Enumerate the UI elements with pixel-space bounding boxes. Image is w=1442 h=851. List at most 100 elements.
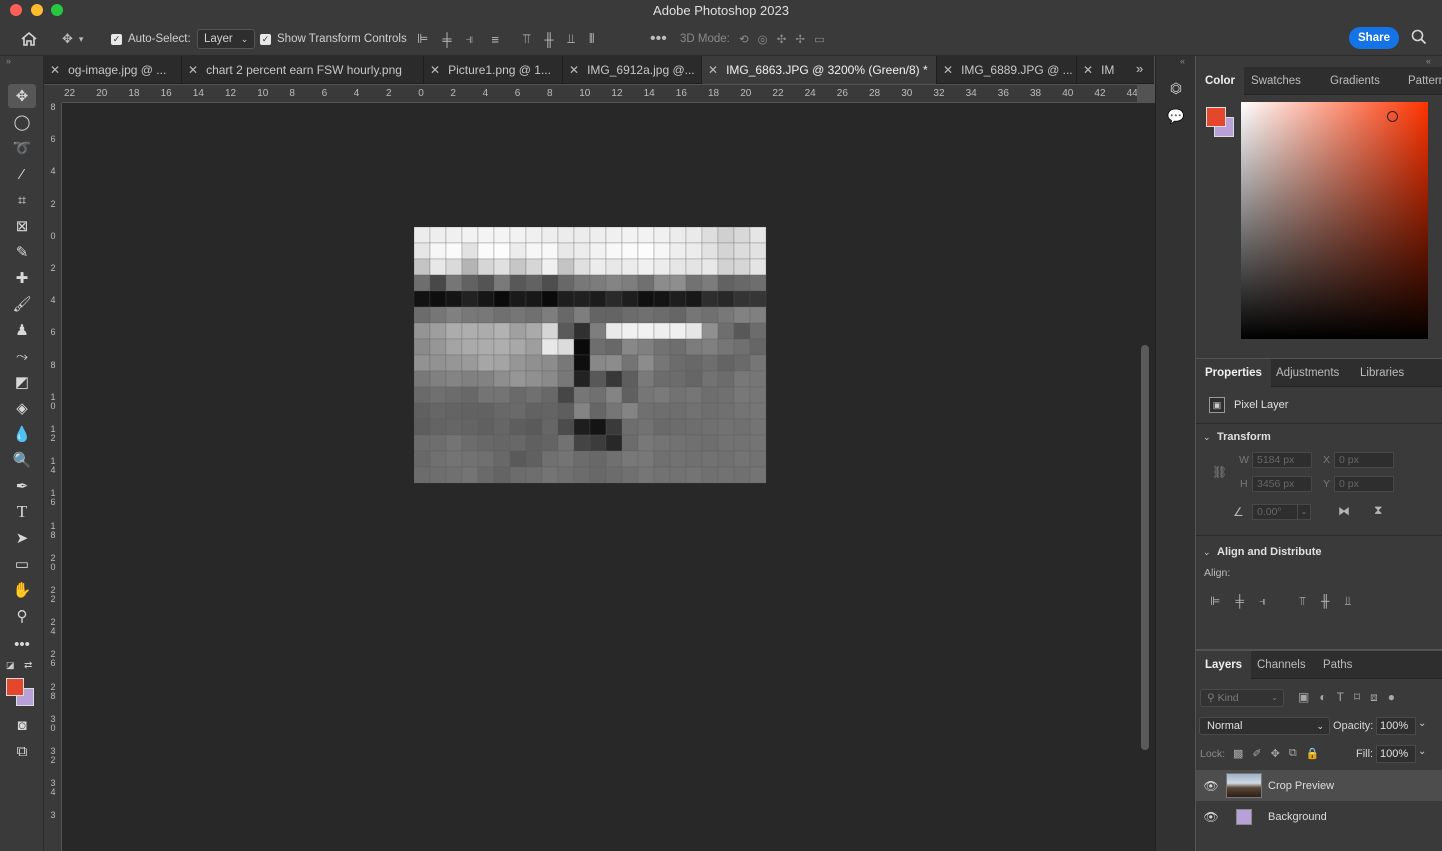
align-bottom-icon[interactable]: ⫫	[1344, 594, 1351, 609]
history-brush-tool-icon[interactable]: ⤳	[8, 344, 36, 368]
layer-row-background[interactable]: 👁 Background	[1196, 801, 1442, 832]
filter-toggle-icon[interactable]: ●	[1388, 690, 1395, 705]
screen-mode-icon[interactable]: ⧉	[8, 739, 36, 763]
document-tab[interactable]: ✕ IMG_6912a.jpg @...	[563, 56, 702, 84]
flip-vertical-icon[interactable]: ⧗	[1374, 503, 1382, 518]
align-left-icon[interactable]: ⊫	[1210, 594, 1220, 609]
collapse-panels-icon[interactable]: «	[1426, 56, 1431, 66]
close-window-button[interactable]	[10, 4, 22, 16]
video-camera-icon[interactable]: ▭	[814, 32, 825, 46]
rotation-angle-field[interactable]: 0.00°	[1252, 504, 1298, 520]
close-tab-icon[interactable]: ✕	[943, 63, 953, 77]
blend-mode-dropdown[interactable]: Normal ⌄	[1199, 717, 1330, 735]
brush-tool-icon[interactable]: 🖌	[8, 292, 36, 316]
type-tool-icon[interactable]: T	[8, 500, 36, 524]
filter-type-layers-icon[interactable]: T	[1337, 690, 1344, 705]
show-transform-toggle[interactable]: ✓ Show Transform Controls	[260, 22, 407, 56]
swap-colors-icon[interactable]: ⇄	[24, 660, 32, 671]
document-tab[interactable]: ✕ IMG_6889.JPG @ ...	[937, 56, 1077, 84]
visibility-eye-icon[interactable]: 👁	[1196, 779, 1226, 793]
move-tool-icon[interactable]: ✥	[8, 84, 36, 108]
ruler-origin[interactable]	[44, 85, 62, 103]
filter-smart-objects-icon[interactable]: ⧈	[1370, 690, 1378, 705]
collapse-toolbar-icon[interactable]: »	[6, 56, 11, 66]
lock-artboard-icon[interactable]: ⧉	[1289, 747, 1297, 760]
chevron-down-icon[interactable]: ⌄	[1203, 432, 1211, 443]
tab-paths[interactable]: Paths	[1314, 651, 1361, 679]
tab-gradients[interactable]: Gradients	[1321, 67, 1389, 95]
quick-mask-icon[interactable]: ◙	[8, 713, 36, 737]
orbit-3d-icon[interactable]: ⟲	[739, 32, 749, 46]
eyedropper-tool-icon[interactable]: ✎	[8, 240, 36, 264]
lasso-tool-icon[interactable]: ➰	[8, 136, 36, 160]
align-right-icon[interactable]: ⫣	[1259, 594, 1266, 609]
align-vertical-centers-icon[interactable]: ╫	[544, 32, 553, 47]
tab-libraries[interactable]: Libraries	[1351, 359, 1413, 387]
search-button[interactable]	[1411, 29, 1427, 48]
layer-kind-filter[interactable]: ⚲ Kind ⌄	[1200, 689, 1284, 707]
comments-panel-icon[interactable]: 💬	[1166, 108, 1186, 128]
frame-tool-icon[interactable]: ⊠	[8, 214, 36, 238]
align-center-horizontal-icon[interactable]: ╪	[1235, 594, 1244, 609]
chevron-down-icon[interactable]: ⌄	[1203, 547, 1211, 558]
distribute-horizontally-icon[interactable]: ⦀	[589, 31, 595, 47]
align-top-edges-icon[interactable]: ⫪	[523, 31, 530, 47]
marquee-tool-icon[interactable]: ◯	[8, 110, 36, 134]
auto-select-toggle[interactable]: ✓ Auto-Select:	[111, 22, 191, 56]
close-tab-icon[interactable]: ✕	[188, 63, 198, 77]
canvas-area[interactable]	[62, 103, 1137, 851]
healing-brush-tool-icon[interactable]: ✚	[8, 266, 36, 290]
align-top-icon[interactable]: ⫪	[1299, 594, 1306, 609]
default-colors-icon[interactable]: ◪	[6, 660, 15, 671]
lock-image-pixels-icon[interactable]: ✐	[1252, 747, 1261, 760]
pen-tool-icon[interactable]: ✒	[8, 474, 36, 498]
color-panel-foreground-swatch[interactable]	[1206, 107, 1226, 127]
share-button[interactable]: Share	[1349, 27, 1399, 49]
lock-all-icon[interactable]: 🔒	[1306, 747, 1320, 760]
distribute-vertically-icon[interactable]: ≡	[491, 32, 499, 47]
tab-patterns[interactable]: Patterns	[1399, 67, 1442, 95]
document-tab-active[interactable]: ✕ IMG_6863.JPG @ 3200% (Green/8) *	[702, 56, 937, 84]
tab-properties[interactable]: Properties	[1196, 359, 1271, 387]
chevron-down-icon[interactable]: ⌄	[1418, 746, 1426, 757]
paint-bucket-tool-icon[interactable]: ◈	[8, 396, 36, 420]
close-tab-icon[interactable]: ✕	[569, 63, 579, 77]
rectangle-tool-icon[interactable]: ▭	[8, 552, 36, 576]
tab-adjustments[interactable]: Adjustments	[1267, 359, 1348, 387]
edit-toolbar-icon[interactable]: •••	[8, 632, 36, 656]
close-tab-icon[interactable]: ✕	[1083, 63, 1093, 77]
slide-3d-icon[interactable]: ✢	[795, 32, 805, 46]
visibility-eye-icon[interactable]: 👁	[1196, 810, 1226, 824]
y-position-field[interactable]: 0 px	[1334, 476, 1394, 492]
align-bottom-edges-icon[interactable]: ⫫	[568, 31, 575, 47]
opacity-field[interactable]: 100%	[1376, 717, 1416, 735]
dodge-tool-icon[interactable]: 🔍	[8, 448, 36, 472]
align-left-edges-icon[interactable]: ⊫	[417, 31, 428, 47]
link-proportions-icon[interactable]: ⛓	[1212, 465, 1227, 479]
crop-tool-icon[interactable]: ⌗	[8, 188, 36, 212]
home-button[interactable]	[20, 22, 38, 56]
path-selection-tool-icon[interactable]: ➤	[8, 526, 36, 550]
close-tab-icon[interactable]: ✕	[50, 63, 60, 77]
move-tool-preset[interactable]: ✥ ▾	[62, 22, 83, 56]
magic-wand-tool-icon[interactable]: ⁄	[8, 162, 36, 186]
image-pixel-grid[interactable]	[414, 227, 782, 499]
more-options-button[interactable]: •••	[650, 22, 667, 56]
close-tab-icon[interactable]: ✕	[430, 63, 440, 77]
scrollbar-thumb[interactable]	[1141, 345, 1149, 750]
hand-tool-icon[interactable]: ✋	[8, 578, 36, 602]
pan-3d-icon[interactable]: ✣	[777, 32, 787, 46]
align-center-vertical-icon[interactable]: ╫	[1321, 594, 1330, 609]
lock-transparent-pixels-icon[interactable]: ▩	[1233, 747, 1243, 760]
roll-3d-icon[interactable]: ◎	[758, 32, 768, 46]
auto-select-dropdown[interactable]: Layer ⌄	[197, 29, 256, 49]
color-picker-field[interactable]	[1241, 102, 1428, 339]
layer-row-crop-preview[interactable]: 👁 Crop Preview	[1196, 770, 1442, 801]
align-right-edges-icon[interactable]: ⫣	[466, 31, 474, 47]
more-tabs-icon[interactable]: »	[1136, 61, 1143, 76]
lock-position-icon[interactable]: ✥	[1271, 747, 1280, 760]
chevron-down-icon[interactable]: ⌄	[1418, 718, 1426, 729]
horizontal-ruler[interactable]: 22 20 18 16 14 12 10 8 6 4 2 0 2 4 6 8 10 12 14 16 18 20 22 24 2…	[62, 85, 1137, 103]
document-tab[interactable]: ✕ IM	[1077, 56, 1129, 84]
tab-color[interactable]: Color	[1196, 67, 1245, 95]
